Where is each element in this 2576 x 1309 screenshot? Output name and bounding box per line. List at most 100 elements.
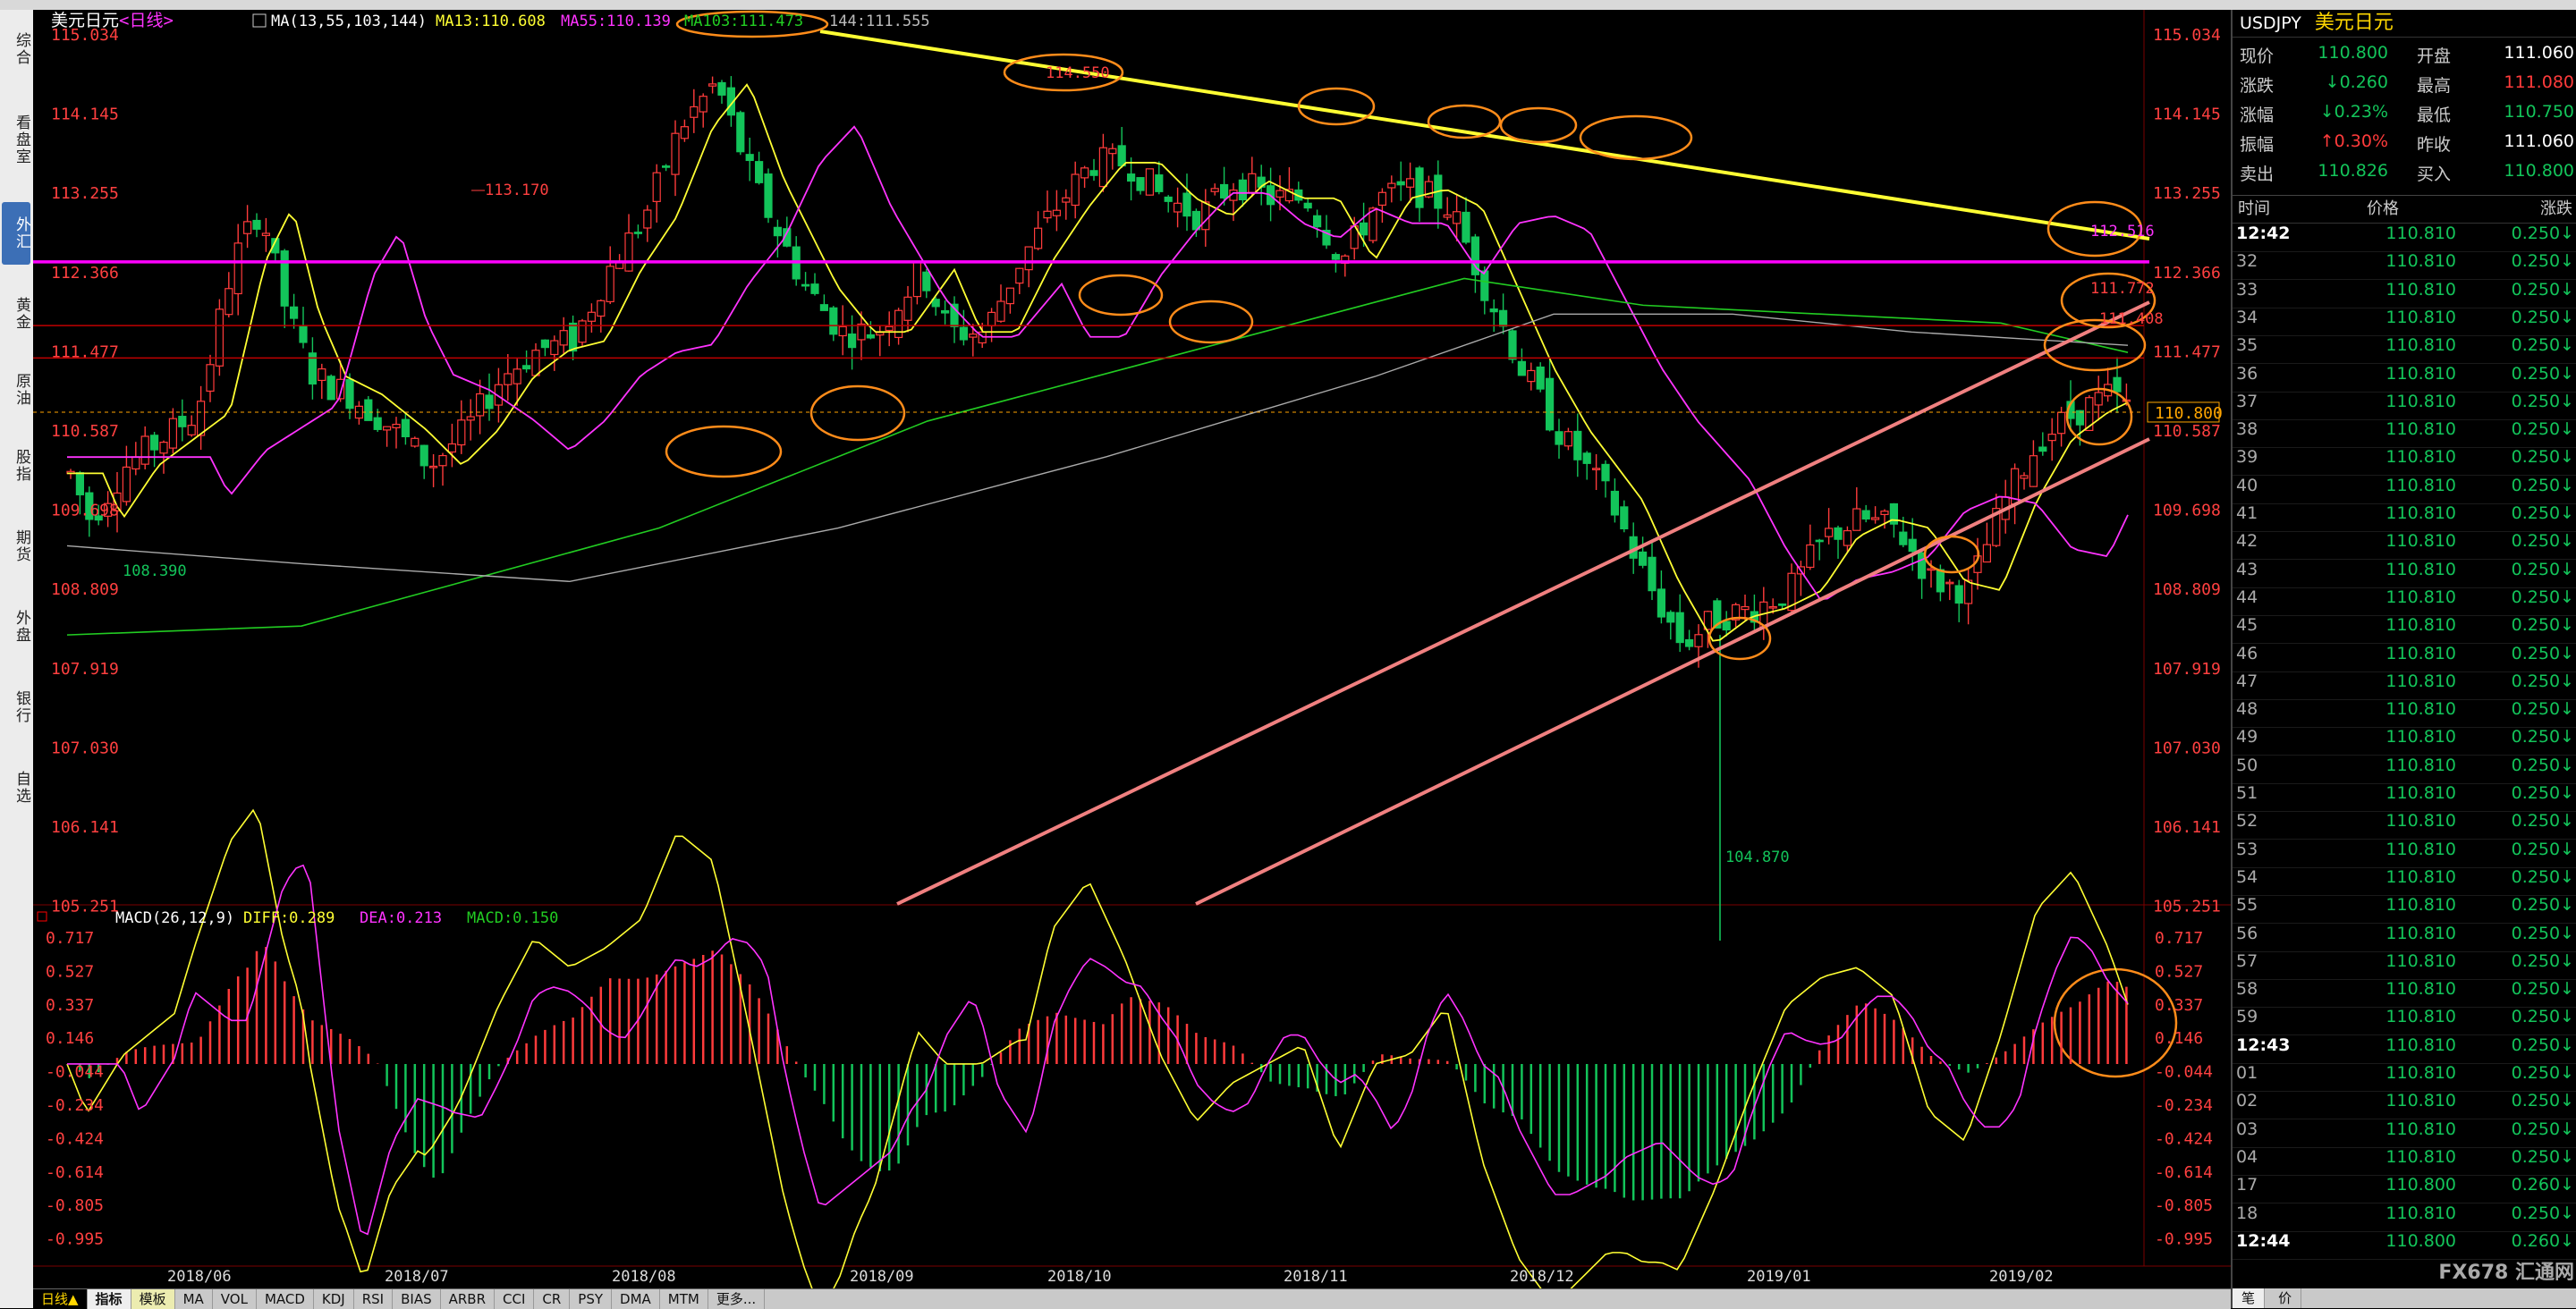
- left-tab-7[interactable]: 外盘: [2, 600, 30, 654]
- candle-body: [1489, 308, 1498, 313]
- indicator-tab-11[interactable]: PSY: [570, 1289, 613, 1309]
- tick-price: 110.810: [2385, 643, 2456, 663]
- candle-body: [1043, 210, 1052, 219]
- indicator-tab-2[interactable]: MA: [175, 1289, 213, 1309]
- indicator-tab-1[interactable]: 模板: [131, 1289, 175, 1309]
- ma13-value: MA13:110.608: [436, 13, 546, 30]
- candle-body: [243, 221, 252, 234]
- left-tab-2[interactable]: 外汇: [2, 202, 30, 265]
- candle-body: [75, 472, 85, 495]
- tick-change: 0.250↓: [2511, 307, 2574, 327]
- indicator-tab-7[interactable]: BIAS: [393, 1289, 441, 1309]
- tick-row: 47 110.810 0.250↓: [2233, 671, 2576, 700]
- tab-ticks[interactable]: 笔: [2233, 1288, 2266, 1308]
- candle-body: [1573, 430, 1582, 460]
- indicator-tab-9[interactable]: CCI: [495, 1289, 535, 1309]
- indicator-tab-3[interactable]: VOL: [213, 1289, 257, 1309]
- tick-row: 12:44 110.800 0.260↓: [2233, 1231, 2576, 1260]
- candle-body: [1601, 463, 1610, 482]
- indicator-tab-5[interactable]: KDJ: [314, 1289, 354, 1309]
- indicator-tab-13[interactable]: MTM: [660, 1289, 708, 1309]
- candle-body: [540, 339, 550, 349]
- candle-body: [1080, 167, 1089, 179]
- candle-body: [1620, 506, 1629, 529]
- left-tab-1[interactable]: 看盘室: [2, 99, 30, 180]
- price-tick-left: 106.141: [51, 818, 119, 837]
- current-price-tag: 110.800: [2155, 404, 2223, 423]
- left-tab-3[interactable]: 黄金: [2, 287, 30, 341]
- tick-change: 0.250↓: [2511, 559, 2574, 579]
- settings-icon: [252, 13, 267, 28]
- indicator-tab-bar: 日线▲ 指标 模板 MA VOL MACD KDJ RSI BIAS ARBR CCI CR PSY DM…: [33, 1288, 2231, 1309]
- indicator-tab-4[interactable]: MACD: [257, 1289, 314, 1309]
- kline-chart-area[interactable]: 113.170 108.390 104.870 114.550 112.516 111.7…: [33, 10, 2231, 1307]
- candle-body: [1108, 148, 1117, 155]
- macd-tick-left: 0.527: [46, 962, 94, 981]
- tick-price: 110.810: [2385, 447, 2456, 468]
- candle-body: [614, 262, 624, 269]
- left-tab-0[interactable]: 综合: [2, 22, 30, 76]
- tick-row: 03 110.810 0.250↓: [2233, 1119, 2576, 1148]
- indicator-tab-0[interactable]: 指标: [87, 1289, 131, 1309]
- ticks-header-time: 时间: [2238, 199, 2270, 218]
- candle-body: [1648, 556, 1657, 592]
- tick-time: 49: [2236, 727, 2258, 747]
- kline-chart-svg[interactable]: 113.170 108.390 104.870 114.550 112.516 111.7…: [33, 10, 2231, 1307]
- tick-row: 51 110.810 0.250↓: [2233, 783, 2576, 812]
- candle-body: [606, 266, 614, 303]
- candle-body: [429, 465, 438, 469]
- tick-time: 50: [2236, 755, 2258, 775]
- candle-body: [568, 322, 578, 352]
- indicator-tab-6[interactable]: RSI: [354, 1289, 394, 1309]
- candle-body: [1982, 544, 1991, 563]
- tick-price: 110.810: [2385, 615, 2456, 636]
- left-tab-9[interactable]: 自选: [2, 761, 30, 815]
- candle-body: [587, 311, 597, 322]
- axis-labels-layer: 美元日元 <日线> MA(13,55,103,144) MA13:110.608 MA5…: [37, 11, 2223, 1286]
- candle-body: [1396, 181, 1405, 186]
- price-tick-right: 112.366: [2153, 264, 2221, 283]
- candle-body: [690, 106, 699, 118]
- macd-params-label: MACD(26,12,9): [115, 909, 234, 927]
- candle-body: [513, 368, 521, 384]
- left-tab-5[interactable]: 股指: [2, 439, 30, 493]
- period-button[interactable]: 日线▲: [33, 1289, 88, 1309]
- candle-body: [1555, 431, 1563, 445]
- candle-body: [1071, 173, 1080, 207]
- left-tab-4[interactable]: 原油: [2, 363, 30, 417]
- macd-layer: [66, 808, 2129, 1307]
- candlesticks-layer: [66, 76, 2131, 941]
- macd-hist-value: MACD:0.150: [467, 909, 558, 927]
- candle-body: [633, 232, 643, 234]
- annot-top-label: 114.550: [1046, 64, 1110, 82]
- date-label: 2018/11: [1284, 1268, 1348, 1286]
- indicator-tab-14[interactable]: 更多...: [708, 1289, 766, 1309]
- quote-grid: 现价 110.800 开盘 111.060 涨跌 ↓0.260 最高 111.080 涨幅 ↓0.…: [2233, 38, 2576, 196]
- tick-time: 17: [2236, 1175, 2258, 1195]
- tick-change: 0.260↓: [2511, 1230, 2574, 1251]
- tick-change: 0.250↓: [2511, 447, 2574, 468]
- quote-value: 110.800: [2504, 161, 2574, 181]
- tab-price[interactable]: 价: [2269, 1288, 2302, 1308]
- left-tab-6[interactable]: 期货: [2, 519, 30, 573]
- candle-body: [903, 296, 912, 321]
- tick-row: 45 110.810 0.250↓: [2233, 615, 2576, 645]
- candle-body: [1545, 377, 1555, 431]
- candle-body: [1248, 173, 1257, 193]
- tick-change: 0.250↓: [2511, 1063, 2574, 1083]
- ma13-line: [67, 83, 2129, 642]
- left-tab-8[interactable]: 银行: [2, 680, 30, 734]
- indicator-tab-12[interactable]: DMA: [612, 1289, 660, 1309]
- tick-time: 54: [2236, 866, 2258, 887]
- candle-body: [1591, 468, 1601, 470]
- tick-price: 110.810: [2385, 1035, 2456, 1055]
- candle-body: [2113, 376, 2122, 393]
- candle-body: [383, 426, 392, 431]
- tick-time: 37: [2236, 391, 2258, 411]
- tick-change: 0.250↓: [2511, 895, 2574, 916]
- candle-body: [829, 307, 838, 335]
- candle-body: [233, 242, 242, 295]
- tick-row: 53 110.810 0.250↓: [2233, 840, 2576, 868]
- indicator-tab-10[interactable]: CR: [534, 1289, 571, 1309]
- indicator-tab-8[interactable]: ARBR: [441, 1289, 496, 1309]
